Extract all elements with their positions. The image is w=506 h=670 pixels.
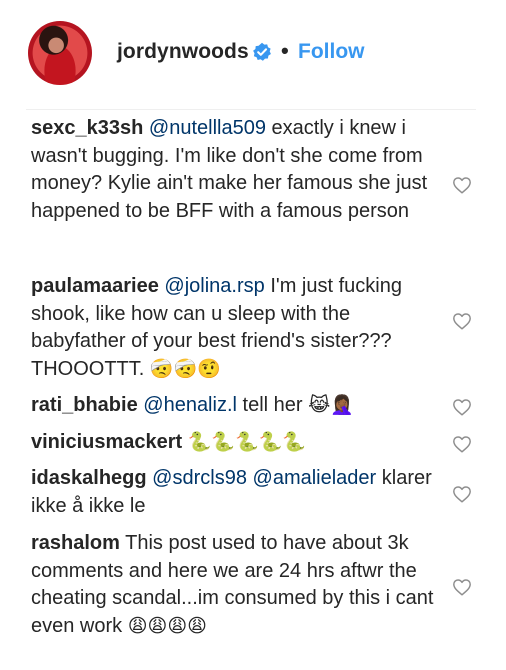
comment-username[interactable]: viniciusmackert (31, 431, 182, 453)
avatar[interactable] (28, 21, 92, 85)
comment-list: sexc_k33sh @nutellla509 exactly i knew i… (0, 112, 506, 670)
emoji-group: 🤕🤕🤨 (149, 357, 221, 380)
comment-body: paulamaariee @jolina.rsp I'm just fuckin… (31, 273, 436, 383)
verified-badge-icon (253, 42, 271, 61)
comment-item: idaskalhegg @sdrcls98 @amalielader klare… (0, 465, 506, 530)
heart-outline-icon[interactable] (452, 485, 472, 503)
comment-username[interactable]: rati_bhabie (31, 394, 138, 416)
comment-username[interactable]: paulamaariee (31, 275, 159, 297)
comment-body: sexc_k33sh @nutellla509 exactly i knew i… (31, 115, 436, 225)
post-username[interactable]: jordynwoods (117, 40, 249, 64)
header-separator: • (281, 38, 289, 63)
comment-mention[interactable]: @henaliz.l (143, 394, 237, 416)
comment-body: rati_bhabie @henaliz.l tell her 😹🤦🏾‍♀️ (31, 392, 436, 420)
comment-item: rati_bhabie @henaliz.l tell her 😹🤦🏾‍♀️ (0, 392, 506, 429)
emoji-group: 🐍🐍🐍🐍🐍 (187, 431, 307, 453)
post-header: jordynwoods • Follow (0, 0, 506, 108)
heart-outline-icon[interactable] (452, 176, 472, 194)
heart-outline-icon[interactable] (452, 578, 472, 596)
comment-body: viniciusmackert 🐍🐍🐍🐍🐍 (31, 429, 436, 457)
emoji-group: 😹🤦🏾‍♀️ (308, 394, 354, 416)
comment-mention[interactable]: @sdrcls98 (152, 467, 247, 489)
comment-item: paulamaariee @jolina.rsp I'm just fuckin… (0, 273, 506, 392)
comment-username[interactable]: sexc_k33sh (31, 117, 143, 139)
comment-item: viniciusmackert 🐍🐍🐍🐍🐍 (0, 429, 506, 465)
comment-item: rashalom This post used to have about 3k… (0, 530, 506, 670)
emoji-group: 😩😩😩😩 (127, 614, 207, 637)
comment-item: sexc_k33sh @nutellla509 exactly i knew i… (0, 112, 506, 273)
heart-outline-icon[interactable] (452, 398, 472, 416)
comment-username[interactable]: idaskalhegg (31, 467, 147, 489)
comment-username[interactable]: rashalom (31, 532, 120, 554)
comment-body: rashalom This post used to have about 3k… (31, 530, 436, 640)
follow-button[interactable]: Follow (298, 40, 365, 64)
heart-outline-icon[interactable] (452, 312, 472, 330)
comment-body: idaskalhegg @sdrcls98 @amalielader klare… (31, 465, 436, 520)
divider (26, 109, 476, 110)
comment-mention[interactable]: @nutellla509 (149, 117, 266, 139)
comment-mention[interactable]: @amalielader (253, 467, 377, 489)
comment-text: tell her (236, 394, 303, 416)
comment-mention[interactable]: @jolina.rsp (164, 275, 264, 297)
heart-outline-icon[interactable] (452, 435, 472, 453)
